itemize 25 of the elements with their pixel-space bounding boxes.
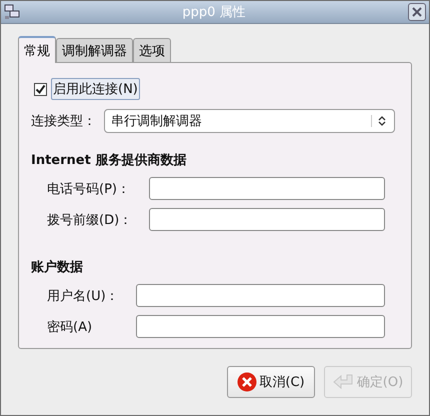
field-label: 电话号码(P)： (47, 180, 131, 198)
checkbox[interactable] (34, 82, 47, 96)
field-label: 密码(A) (47, 318, 94, 336)
input-field[interactable] (136, 315, 385, 338)
field-label: 用户名(U)： (47, 288, 120, 304)
checkbox-label[interactable]: 启用此连接(N) (51, 78, 140, 100)
up-down-arrows-icon (371, 115, 386, 127)
network-computers-icon (4, 4, 20, 20)
section-heading: 账户数据 (31, 258, 84, 276)
field-label: 连接类型： (31, 113, 97, 130)
enter-arrow-icon (332, 374, 355, 390)
field-label: 拨号前缀(D)： (47, 212, 134, 228)
close-icon (237, 372, 258, 392)
tab[interactable]: 常规 (18, 36, 56, 63)
cancel-button[interactable]: 取消(C) (227, 366, 315, 398)
close-icon (410, 5, 424, 19)
section-heading: Internet 服务提供商数据 (31, 152, 188, 169)
connection-type-dropdown[interactable]: 串行调制解调器 (104, 109, 395, 133)
close-button[interactable] (408, 3, 426, 21)
tab[interactable]: 选项 (133, 38, 171, 62)
window-title: ppp0 属性 (181, 4, 247, 21)
tab[interactable]: 调制解调器 (56, 38, 133, 62)
input-field[interactable] (149, 208, 385, 231)
input-field[interactable] (149, 177, 385, 200)
input-field[interactable] (136, 284, 385, 307)
